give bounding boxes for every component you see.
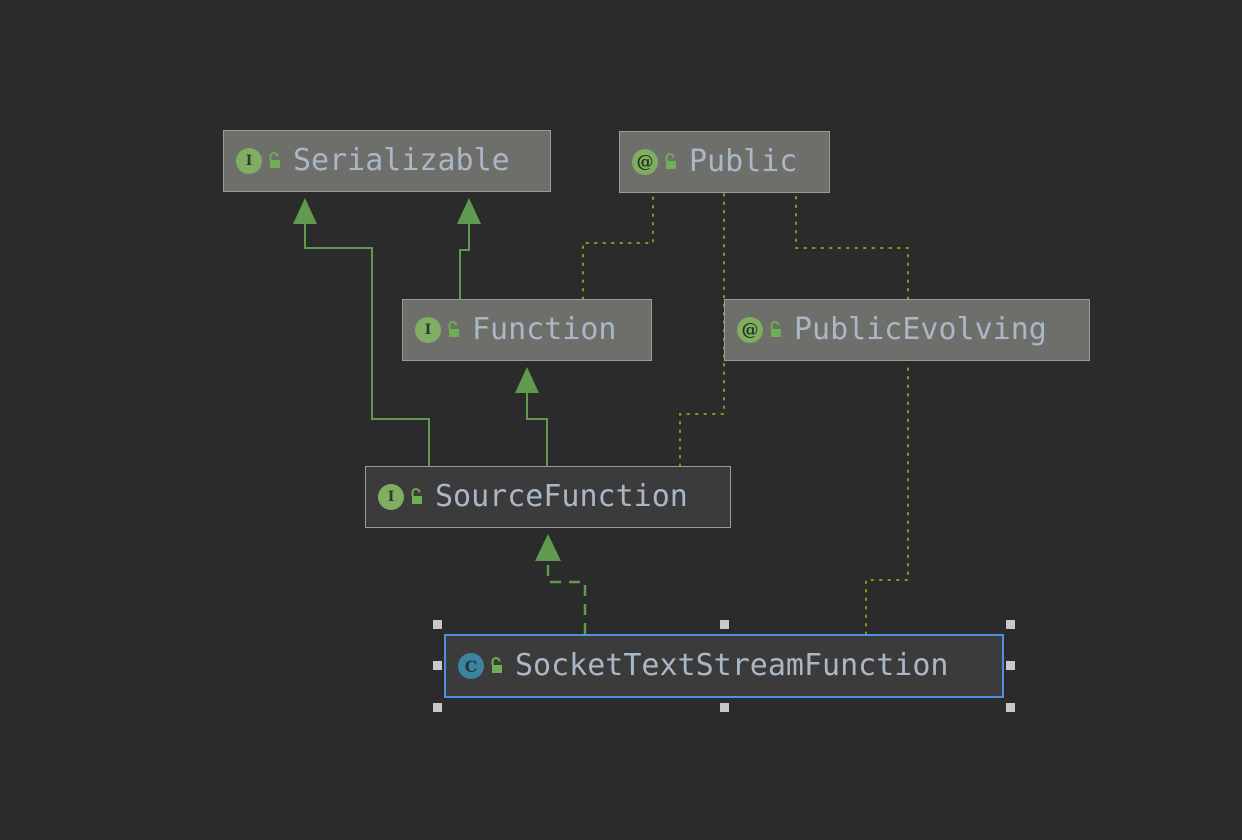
unlocked-padlock-icon [487, 656, 505, 676]
edge-sourcefunction-to-function [515, 367, 548, 466]
handle-top-center[interactable] [720, 620, 729, 629]
node-serializable[interactable]: I Serializable [223, 130, 551, 192]
node-sockettextstreamfunction[interactable]: C SocketTextStreamFunction [444, 634, 1004, 698]
edge-sockettextstreamfunction-to-sourcefunction [535, 534, 587, 634]
handle-bottom-center[interactable] [720, 703, 729, 712]
diagram-canvas[interactable]: I Serializable @ Public I Function @ Pub… [0, 0, 1242, 840]
node-label: Serializable [293, 143, 510, 178]
interface-icon: I [415, 317, 441, 343]
annotation-icon: @ [632, 149, 658, 175]
handle-middle-right[interactable] [1006, 661, 1015, 670]
node-publicevolving[interactable]: @ PublicEvolving [724, 299, 1090, 361]
unlocked-padlock-icon [265, 151, 283, 171]
unlocked-padlock-icon [661, 152, 679, 172]
node-public[interactable]: @ Public [619, 131, 830, 193]
unlocked-padlock-icon [407, 487, 425, 507]
handle-top-right[interactable] [1006, 620, 1015, 629]
node-sourcefunction[interactable]: I SourceFunction [365, 466, 731, 528]
node-label: Function [472, 312, 617, 347]
handle-bottom-left[interactable] [433, 703, 442, 712]
handle-top-left[interactable] [433, 620, 442, 629]
unlocked-padlock-icon [766, 320, 784, 340]
edge-sourcefunction-to-public [679, 193, 725, 467]
handle-middle-left[interactable] [433, 661, 442, 670]
class-icon: C [458, 653, 484, 679]
node-function[interactable]: I Function [402, 299, 652, 361]
interface-icon: I [236, 148, 262, 174]
edge-sockettextstreamfunction-to-publicevolving [865, 361, 909, 635]
edge-function-to-public [582, 193, 654, 300]
annotation-icon: @ [737, 317, 763, 343]
edge-layer [293, 193, 909, 635]
node-label: SourceFunction [435, 479, 688, 514]
edge-function-to-serializable [457, 198, 481, 299]
node-label: PublicEvolving [794, 312, 1047, 347]
interface-icon: I [378, 484, 404, 510]
edge-publicevolving-to-public [795, 193, 909, 300]
unlocked-padlock-icon [444, 320, 462, 340]
node-label: Public [689, 144, 798, 179]
handle-bottom-right[interactable] [1006, 703, 1015, 712]
node-label: SocketTextStreamFunction [515, 648, 949, 683]
